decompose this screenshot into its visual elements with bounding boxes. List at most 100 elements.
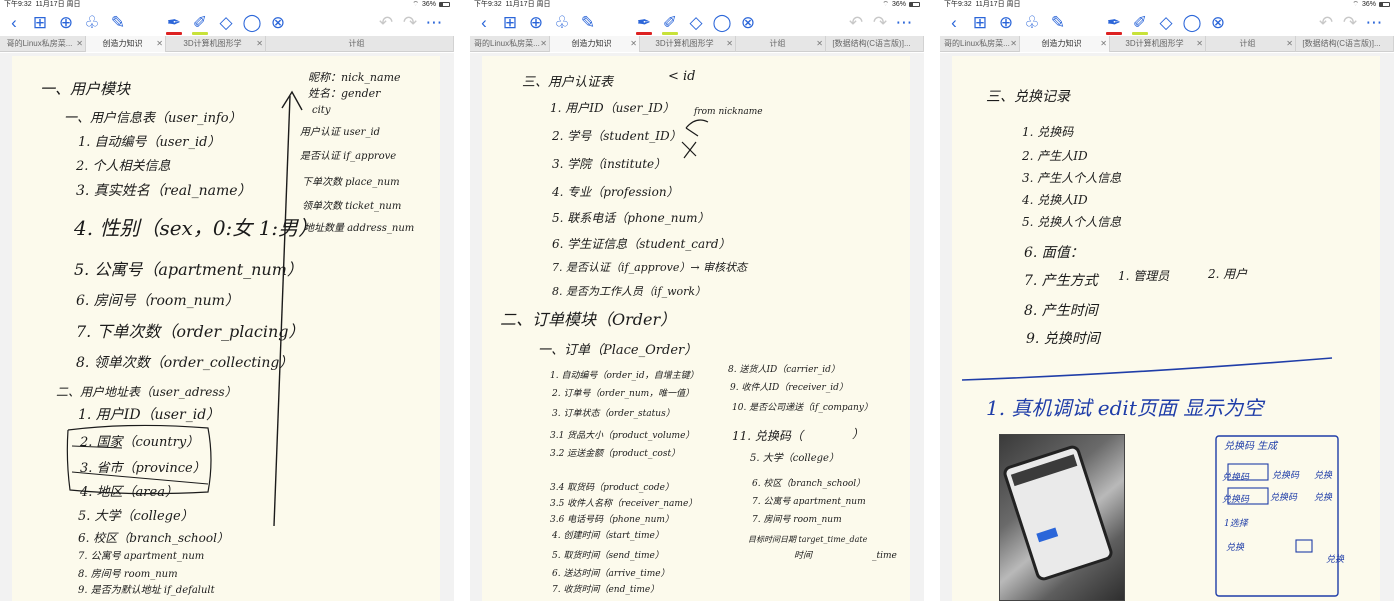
- tab-computer-org[interactable]: 计组: [266, 36, 454, 52]
- tab-3d-graphics[interactable]: 3D计算机图形学 ✕: [1110, 36, 1206, 52]
- toolbar: ‹ ⊞ ⊕ ♧ ✎ ✒ ✐ ◇ ◯ ⊗ ↶ ↷ ⋯: [940, 9, 1394, 36]
- close-circle-icon[interactable]: ⊗: [268, 12, 288, 32]
- add-page-icon[interactable]: ⊕: [526, 12, 546, 32]
- status-time: 下午9:32: [944, 1, 972, 8]
- status-bar: 下午9:32 11月17日 周日 ⌔ 36%: [940, 0, 1394, 9]
- wifi-icon: ⌔: [1352, 1, 1359, 8]
- wifi-icon: ⌔: [412, 1, 419, 8]
- undo-icon[interactable]: ↶: [376, 12, 396, 32]
- status-date: 11月17日 周日: [35, 1, 81, 8]
- redo-icon[interactable]: ↷: [1340, 12, 1360, 32]
- status-time: 下午9:32: [4, 1, 32, 8]
- thumbnail-grid-icon[interactable]: ⊞: [500, 12, 520, 32]
- notebook-page: 三、兑换记录 1. 兑换码 2. 产生人ID 3. 产生人个人信息 4. 兑换人…: [940, 53, 1394, 601]
- paper-sheet[interactable]: 一、用户模块 一、用户信息表（user_info） 1. 自动编号（user_i…: [12, 56, 440, 601]
- edit-share-icon[interactable]: ✎: [578, 12, 598, 32]
- status-bar: 下午9:32 11月17日 周日 ⌔ 36%: [0, 0, 454, 9]
- pen-tool-icon[interactable]: ✒: [1104, 12, 1124, 35]
- tab-data-structures[interactable]: [数据结构(C语言版)]...: [1296, 36, 1394, 52]
- highlighter-tool-icon[interactable]: ✐: [190, 12, 210, 35]
- undo-icon[interactable]: ↶: [1316, 12, 1336, 32]
- wifi-icon: ⌔: [882, 1, 889, 8]
- tab-data-structures[interactable]: [数据结构(C语言版)]...: [826, 36, 924, 52]
- battery-icon: [439, 2, 450, 7]
- more-icon[interactable]: ⋯: [894, 12, 914, 32]
- close-circle-icon[interactable]: ⊗: [1208, 12, 1228, 32]
- back-chevron-icon[interactable]: ‹: [4, 12, 24, 32]
- pen-tool-icon[interactable]: ✒: [164, 12, 184, 35]
- undo-icon[interactable]: ↶: [846, 12, 866, 32]
- goodnotes-window-1: 下午9:32 11月17日 周日 ⌔ 36% ‹ ⊞ ⊕ ♧ ✎ ✒ ✐ ◇ ◯ …: [0, 0, 454, 601]
- notebook-page: 三、用户认证表 < id 1. 用户ID（user_ID） 2. 学号（stud…: [470, 53, 924, 601]
- back-chevron-icon[interactable]: ‹: [474, 12, 494, 32]
- tab-creativity[interactable]: 创造力知识 ✕: [86, 36, 166, 52]
- battery-icon: [909, 2, 920, 7]
- status-bar: 下午9:32 11月17日 周日 ⌔ 36%: [470, 0, 924, 9]
- close-tab-icon[interactable]: ✕: [1196, 36, 1203, 52]
- more-icon[interactable]: ⋯: [424, 12, 444, 32]
- pen-tool-icon[interactable]: ✒: [634, 12, 654, 35]
- shapes-icon[interactable]: ♧: [82, 12, 102, 32]
- battery-icon: [1379, 2, 1390, 7]
- status-time: 下午9:32: [474, 1, 502, 8]
- ink-strokes: [66, 90, 303, 527]
- add-page-icon[interactable]: ⊕: [56, 12, 76, 32]
- eraser-tool-icon[interactable]: ◇: [686, 12, 706, 32]
- lasso-tool-icon[interactable]: ◯: [1182, 12, 1202, 32]
- more-icon[interactable]: ⋯: [1364, 12, 1384, 32]
- tab-bar: 哥的Linux私房菜... ✕ 创造力知识 ✕ 3D计算机图形学 ✕ 计组 ✕ [数据结…: [940, 36, 1394, 52]
- tab-linux[interactable]: 哥的Linux私房菜... ✕: [0, 36, 86, 52]
- eraser-tool-icon[interactable]: ◇: [1156, 12, 1176, 32]
- tab-3d-graphics[interactable]: 3D计算机图形学 ✕: [166, 36, 266, 52]
- add-page-icon[interactable]: ⊕: [996, 12, 1016, 32]
- embedded-phone-photo[interactable]: [999, 434, 1125, 601]
- tab-computer-org[interactable]: 计组 ✕: [1206, 36, 1296, 52]
- close-tab-icon[interactable]: ✕: [1286, 36, 1293, 52]
- toolbar: ‹ ⊞ ⊕ ♧ ✎ ✒ ✐ ◇ ◯ ⊗ ↶ ↷ ⋯: [470, 9, 924, 36]
- close-tab-icon[interactable]: ✕: [156, 36, 163, 52]
- redo-icon[interactable]: ↷: [400, 12, 420, 32]
- redo-icon[interactable]: ↷: [870, 12, 890, 32]
- tab-computer-org[interactable]: 计组 ✕: [736, 36, 826, 52]
- status-date: 11月17日 周日: [505, 1, 551, 8]
- lasso-tool-icon[interactable]: ◯: [712, 12, 732, 32]
- close-tab-icon[interactable]: ✕: [1010, 36, 1017, 52]
- edit-share-icon[interactable]: ✎: [1048, 12, 1068, 32]
- back-chevron-icon[interactable]: ‹: [944, 12, 964, 32]
- highlighter-tool-icon[interactable]: ✐: [660, 12, 680, 35]
- thumbnail-grid-icon[interactable]: ⊞: [970, 12, 990, 32]
- goodnotes-window-3: 下午9:32 11月17日 周日 ⌔ 36% ‹ ⊞ ⊕ ♧ ✎ ✒ ✐ ◇ ◯ …: [940, 0, 1394, 601]
- close-tab-icon[interactable]: ✕: [76, 36, 83, 52]
- notebook-page: 一、用户模块 一、用户信息表（user_info） 1. 自动编号（user_i…: [0, 53, 454, 601]
- highlighter-tool-icon[interactable]: ✐: [1130, 12, 1150, 35]
- close-tab-icon[interactable]: ✕: [816, 36, 823, 52]
- eraser-tool-icon[interactable]: ◇: [216, 12, 236, 32]
- shapes-icon[interactable]: ♧: [552, 12, 572, 32]
- edit-share-icon[interactable]: ✎: [108, 12, 128, 32]
- goodnotes-window-2: 下午9:32 11月17日 周日 ⌔ 36% ‹ ⊞ ⊕ ♧ ✎ ✒ ✐ ◇ ◯ …: [470, 0, 924, 601]
- lasso-tool-icon[interactable]: ◯: [242, 12, 262, 32]
- phone-screen: [1001, 443, 1115, 583]
- paper-sheet[interactable]: 三、用户认证表 < id 1. 用户ID（user_ID） 2. 学号（stud…: [482, 56, 910, 601]
- tab-linux[interactable]: 哥的Linux私房菜... ✕: [940, 36, 1020, 52]
- paper-sheet[interactable]: 三、兑换记录 1. 兑换码 2. 产生人ID 3. 产生人个人信息 4. 兑换人…: [952, 56, 1380, 601]
- tab-creativity[interactable]: 创造力知识 ✕: [550, 36, 640, 52]
- ink-strokes: [681, 119, 709, 159]
- close-circle-icon[interactable]: ⊗: [738, 12, 758, 32]
- toolbar: ‹ ⊞ ⊕ ♧ ✎ ✒ ✐ ◇ ◯ ⊗ ↶ ↷ ⋯: [0, 9, 454, 36]
- close-tab-icon[interactable]: ✕: [1100, 36, 1107, 52]
- battery-percent: 36%: [891, 1, 906, 8]
- battery-percent: 36%: [1361, 1, 1376, 8]
- battery-percent: 36%: [421, 1, 436, 8]
- shapes-icon[interactable]: ♧: [1022, 12, 1042, 32]
- tab-bar: 哥的Linux私房菜... ✕ 创造力知识 ✕ 3D计算机图形学 ✕ 计组 ✕ [数据结…: [470, 36, 924, 52]
- close-tab-icon[interactable]: ✕: [540, 36, 547, 52]
- thumbnail-grid-icon[interactable]: ⊞: [30, 12, 50, 32]
- tab-linux[interactable]: 哥的Linux私房菜... ✕: [470, 36, 550, 52]
- tab-creativity[interactable]: 创造力知识 ✕: [1020, 36, 1110, 52]
- close-tab-icon[interactable]: ✕: [256, 36, 263, 52]
- close-tab-icon[interactable]: ✕: [726, 36, 733, 52]
- close-tab-icon[interactable]: ✕: [630, 36, 637, 52]
- tab-3d-graphics[interactable]: 3D计算机图形学 ✕: [640, 36, 736, 52]
- tab-bar: 哥的Linux私房菜... ✕ 创造力知识 ✕ 3D计算机图形学 ✕ 计组: [0, 36, 454, 52]
